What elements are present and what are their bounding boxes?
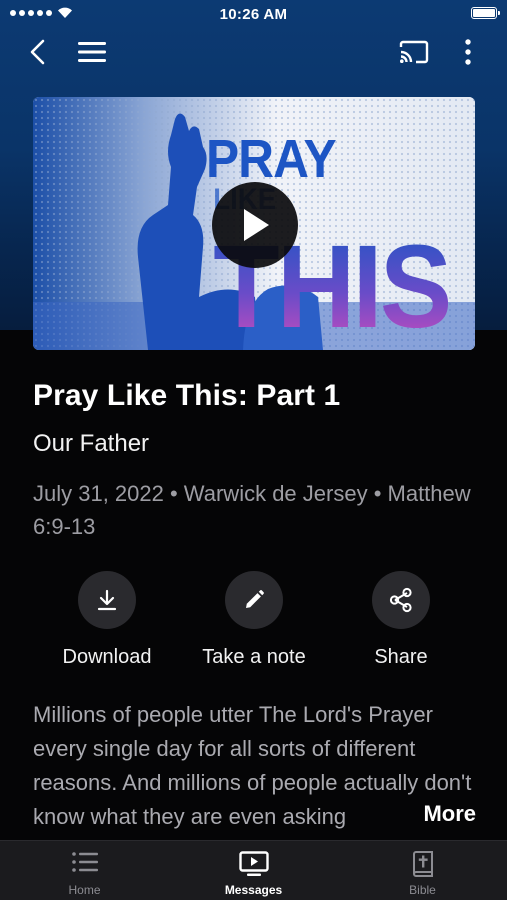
tv-play-icon xyxy=(238,851,269,876)
list-icon xyxy=(71,852,98,872)
back-button[interactable] xyxy=(20,34,56,70)
tab-home[interactable]: Home xyxy=(0,841,169,900)
share-icon xyxy=(389,587,412,613)
menu-button[interactable] xyxy=(74,34,110,70)
share-label: Share xyxy=(374,646,428,668)
tab-bible-label: Bible xyxy=(409,883,436,897)
message-meta: July 31, 2022 • Warwick de Jersey • Matt… xyxy=(33,481,471,539)
download-icon-circle xyxy=(78,571,136,629)
message-subtitle: Our Father xyxy=(33,430,150,457)
hamburger-icon xyxy=(78,42,106,62)
download-icon xyxy=(97,589,117,611)
status-time: 10:26 AM xyxy=(219,6,288,23)
message-title: Pray Like This: Part 1 xyxy=(33,379,341,412)
pencil-icon-circle xyxy=(225,571,283,629)
download-label: Download xyxy=(62,646,152,668)
bible-icon xyxy=(412,851,433,877)
pencil-icon xyxy=(246,590,264,608)
tab-home-label: Home xyxy=(68,883,101,897)
more-link[interactable]: More xyxy=(423,801,476,827)
cast-icon xyxy=(399,40,429,64)
status-bar: 10:26 AM xyxy=(0,0,507,28)
sermon-artwork[interactable]: PRAY LIKE THIS xyxy=(33,97,475,350)
vertical-dots-icon xyxy=(465,39,471,65)
share-button[interactable]: Share xyxy=(326,571,476,669)
play-icon xyxy=(244,209,269,241)
share-icon-circle xyxy=(372,571,430,629)
play-button[interactable] xyxy=(212,182,298,268)
chevron-left-icon xyxy=(30,39,45,65)
take-note-label: Take a note xyxy=(202,646,306,668)
tab-bible[interactable]: Bible xyxy=(338,841,507,900)
cast-button[interactable] xyxy=(396,34,432,70)
artwork-title-line1: PRAY xyxy=(206,128,336,188)
download-button[interactable]: Download xyxy=(32,571,182,669)
tab-bar: Home Messages Bible xyxy=(0,840,507,900)
battery-icon xyxy=(471,7,500,19)
more-options-button[interactable] xyxy=(452,34,484,70)
take-note-button[interactable]: Take a note xyxy=(179,571,329,669)
tab-messages-label: Messages xyxy=(224,883,283,897)
tab-messages[interactable]: Messages xyxy=(169,841,338,900)
